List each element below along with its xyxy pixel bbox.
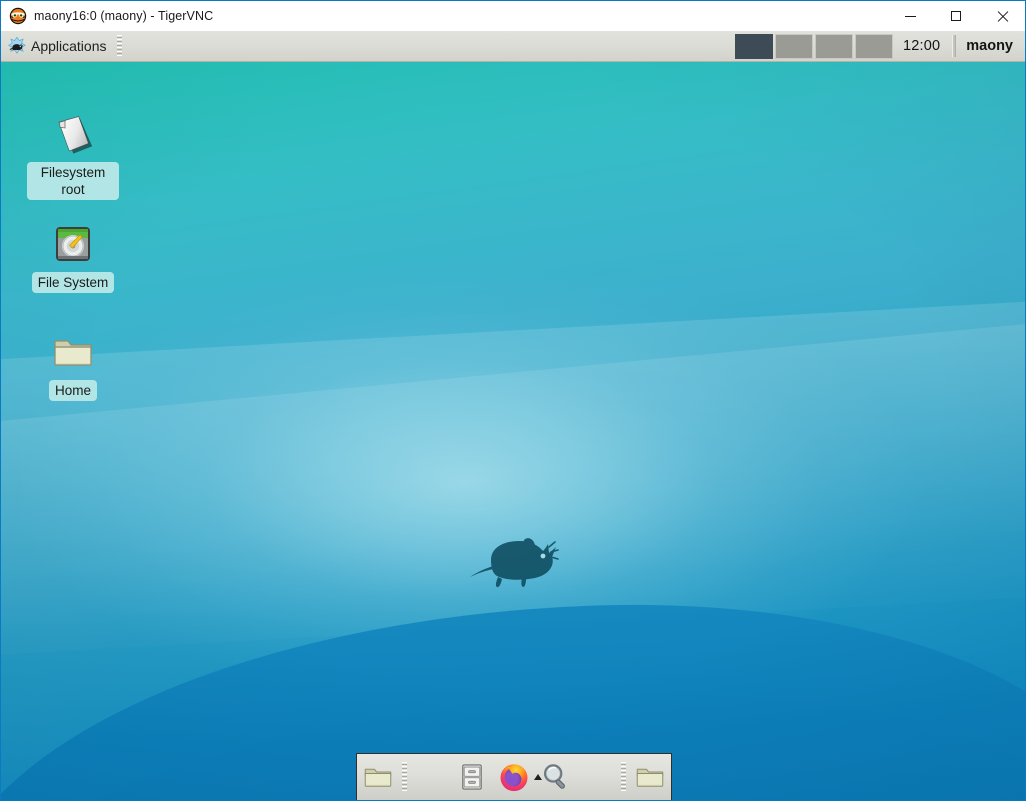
window-controls bbox=[887, 1, 1025, 31]
workspace-4[interactable] bbox=[854, 33, 893, 59]
panel-separator bbox=[952, 35, 957, 57]
xfce-mouse-logo bbox=[467, 524, 567, 594]
close-button[interactable] bbox=[979, 1, 1025, 31]
desktop-icon-home[interactable]: Home bbox=[27, 328, 119, 401]
workspace-switcher bbox=[734, 33, 893, 59]
file-cabinet-icon bbox=[455, 760, 489, 794]
workspace-2[interactable] bbox=[774, 33, 813, 59]
desktop-icon-filesystem-root[interactable]: Filesystem root bbox=[27, 110, 119, 200]
desktop-icon-label: Filesystem root bbox=[27, 162, 119, 200]
firefox-icon bbox=[497, 760, 531, 794]
tigervnc-logo-icon bbox=[9, 7, 27, 25]
maximize-icon bbox=[951, 11, 961, 21]
dock-item-file-browser[interactable] bbox=[629, 757, 671, 798]
document-page-icon bbox=[49, 110, 97, 158]
minimize-icon bbox=[904, 15, 916, 17]
window-title: maony16:0 (maony) - TigerVNC bbox=[34, 9, 214, 23]
folder-icon bbox=[633, 760, 667, 794]
dock-drag-handle-left[interactable] bbox=[402, 762, 407, 792]
panel-drag-handle[interactable] bbox=[116, 35, 122, 57]
workspace-1[interactable] bbox=[734, 33, 773, 59]
panel-clock[interactable]: 12:00 bbox=[895, 38, 950, 54]
user-menu-button[interactable]: maony bbox=[958, 38, 1025, 54]
desktop-icon-label: File System bbox=[31, 272, 115, 293]
desktop-icon-file-system[interactable]: File System bbox=[27, 220, 119, 293]
vnc-window: maony16:0 (maony) - TigerVNC Application… bbox=[0, 0, 1026, 801]
xfce-bottom-dock bbox=[356, 753, 672, 800]
folder-icon bbox=[361, 760, 395, 794]
dock-drag-handle-right[interactable] bbox=[621, 762, 626, 792]
applications-menu-button[interactable]: Applications bbox=[1, 31, 115, 61]
xfce-top-panel: Applications 12:00 maony bbox=[1, 31, 1025, 62]
maximize-button[interactable] bbox=[933, 1, 979, 31]
dock-item-search[interactable] bbox=[535, 757, 577, 798]
dock-item-show-desktop-folder[interactable] bbox=[357, 757, 399, 798]
magnifier-icon bbox=[539, 760, 573, 794]
dock-item-firefox[interactable] bbox=[493, 757, 542, 798]
workspace-3[interactable] bbox=[814, 33, 853, 59]
desktop-icon-label: Home bbox=[48, 380, 97, 401]
xfce-mouse-icon bbox=[7, 36, 27, 56]
vnc-viewport[interactable]: Applications 12:00 maony Filesystem root… bbox=[1, 31, 1025, 800]
minimize-button[interactable] bbox=[887, 1, 933, 31]
folder-icon bbox=[49, 328, 97, 376]
hard-drive-icon bbox=[49, 220, 97, 268]
dock-item-file-manager[interactable] bbox=[451, 757, 493, 798]
close-icon bbox=[996, 10, 1008, 22]
window-titlebar[interactable]: maony16:0 (maony) - TigerVNC bbox=[1, 1, 1025, 31]
desktop-area[interactable]: Filesystem root File System Home bbox=[1, 62, 1025, 800]
wallpaper-vignette bbox=[1, 62, 1025, 800]
applications-menu-label: Applications bbox=[31, 38, 107, 54]
